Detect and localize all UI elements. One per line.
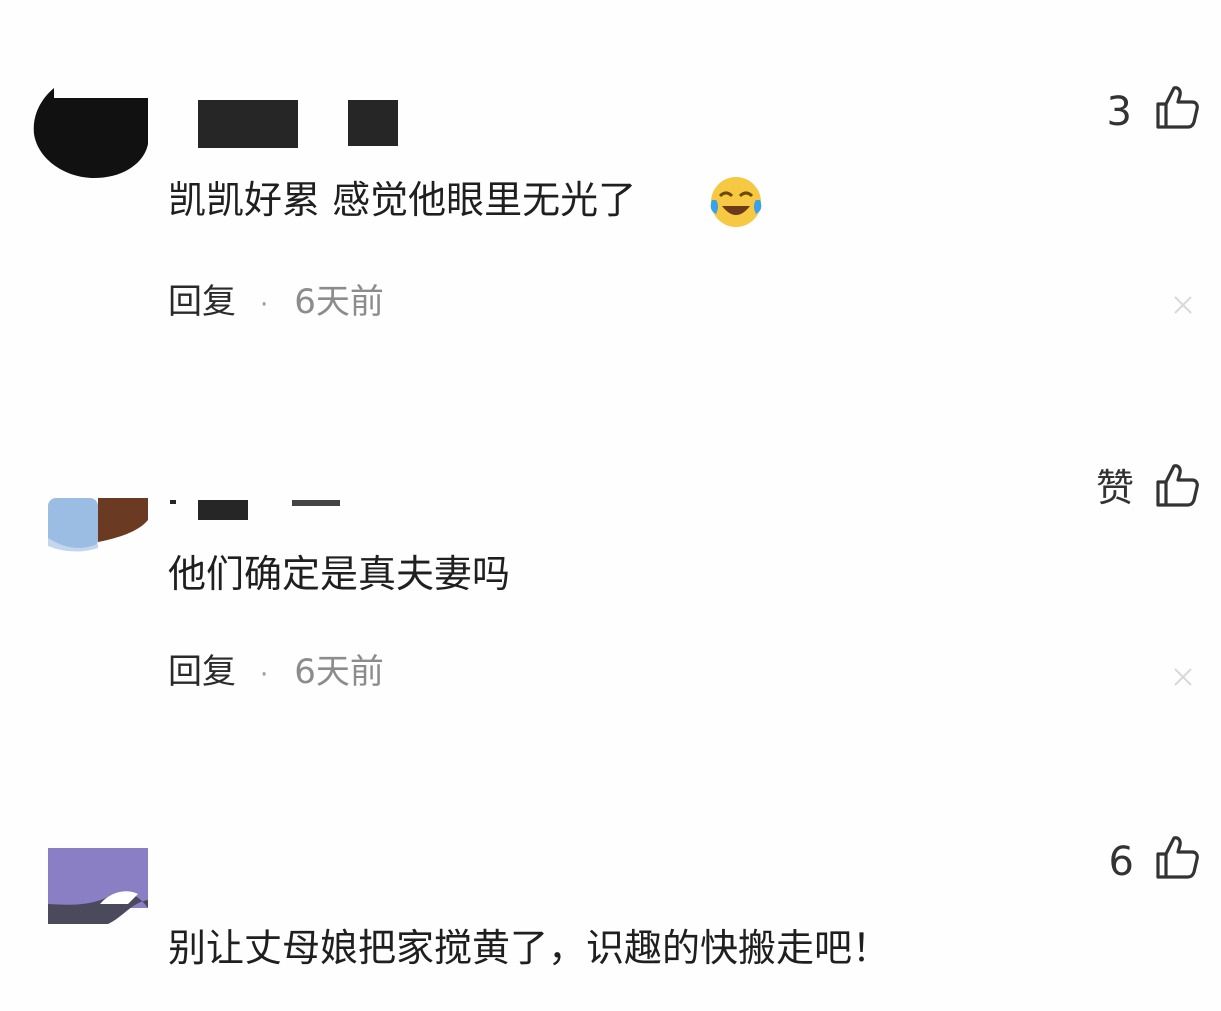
comment-item: 6 别让丈母娘把家搅黄了，识趣的快搬走吧！: [0, 0, 1221, 1011]
avatar-image-icon: [48, 848, 148, 924]
thumbs-up-icon[interactable]: [1154, 834, 1200, 880]
like-count: 6: [1108, 839, 1134, 885]
avatar[interactable]: [48, 848, 148, 924]
comment-list: 3 凯凯好累 感觉他眼里无光了 回复 · 6天前 赞 他们确定是真夫妻吗 回复 …: [0, 0, 1221, 1011]
comment-text: 别让丈母娘把家搅黄了，识趣的快搬走吧！: [168, 926, 891, 970]
